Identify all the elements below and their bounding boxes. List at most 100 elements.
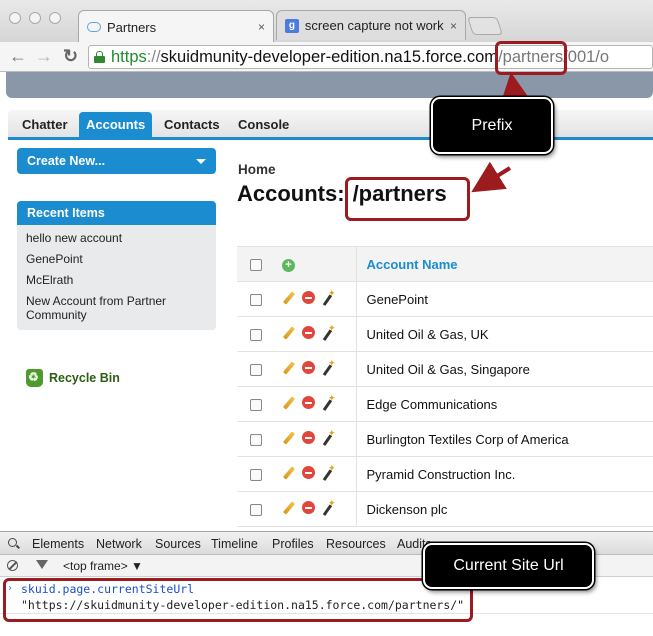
edit-pencil-icon[interactable]: [282, 431, 295, 445]
tab-title: Partners: [107, 19, 157, 35]
delete-icon[interactable]: [302, 466, 315, 479]
row-actions: [274, 456, 357, 492]
back-arrow-icon[interactable]: ←: [9, 46, 27, 67]
tab-chatter[interactable]: Chatter: [22, 117, 68, 132]
chevron-down-icon: [196, 159, 206, 164]
edit-pencil-icon[interactable]: [282, 361, 295, 375]
recent-item[interactable]: McElrath: [26, 273, 207, 287]
tab-contacts[interactable]: Contacts: [164, 117, 220, 132]
row-select-cell: [237, 281, 274, 317]
recent-item[interactable]: GenePoint: [26, 252, 207, 266]
account-name-cell: Dickenson plc: [356, 491, 653, 527]
row-checkbox[interactable]: [249, 434, 262, 447]
search-icon[interactable]: [8, 538, 17, 547]
edit-pencil-icon[interactable]: [282, 466, 295, 480]
delete-icon[interactable]: [302, 291, 315, 304]
row-select-cell: [237, 491, 274, 527]
row-actions: [274, 491, 357, 527]
account-name-cell: Edge Communications: [356, 386, 653, 422]
arrow-to-title-prefix: [471, 161, 512, 193]
devtools-tab-resources[interactable]: Resources: [326, 537, 386, 551]
delete-icon[interactable]: [302, 326, 315, 339]
frame-selector[interactable]: <top frame> ▼: [63, 559, 143, 573]
tab-console[interactable]: Console: [238, 117, 289, 132]
row-checkbox[interactable]: [249, 294, 262, 307]
row-checkbox[interactable]: [249, 399, 262, 412]
table-row: Pyramid Construction Inc.: [237, 456, 653, 492]
tab-accounts[interactable]: Accounts: [79, 112, 153, 137]
account-name-cell: United Oil & Gas, UK: [356, 316, 653, 352]
recycle-bin-link[interactable]: Recycle Bin: [26, 369, 120, 387]
edit-pencil-icon[interactable]: [282, 501, 295, 515]
google-icon: g: [285, 18, 299, 33]
account-name-cell: United Oil & Gas, Singapore: [356, 351, 653, 387]
row-select-cell: [237, 351, 274, 387]
delete-icon[interactable]: [302, 361, 315, 374]
recycle-bin-label: Recycle Bin: [49, 371, 120, 385]
table-header-row: + Account Name: [237, 246, 653, 282]
browser-tab-search[interactable]: g screen capture not working ×: [276, 10, 466, 40]
reload-icon[interactable]: ↻: [63, 46, 78, 67]
delete-icon[interactable]: [302, 431, 315, 444]
row-select-cell: [237, 421, 274, 457]
magic-wand-icon[interactable]: [322, 323, 336, 340]
edit-pencil-icon[interactable]: [282, 291, 295, 305]
browser-tab-partners[interactable]: Partners ×: [78, 10, 274, 43]
tab-close-icon[interactable]: ×: [450, 19, 457, 33]
magic-wand-icon[interactable]: [322, 358, 336, 375]
delete-icon[interactable]: [302, 396, 315, 409]
current-site-url-callout: Current Site Url: [423, 543, 594, 589]
edit-pencil-icon[interactable]: [282, 396, 295, 410]
filter-icon[interactable]: [36, 560, 48, 569]
devtools-tab-profiles[interactable]: Profiles: [272, 537, 314, 551]
window-minimize-button[interactable]: [29, 12, 41, 24]
url-prefix-highlight: [495, 41, 567, 75]
magic-wand-icon[interactable]: [322, 288, 336, 305]
console-url-highlight: [3, 578, 473, 622]
breadcrumb[interactable]: Home: [238, 162, 276, 177]
recent-item[interactable]: hello new account: [26, 231, 207, 245]
recycle-bin-icon: [26, 369, 43, 387]
recent-items-heading: Recent Items: [17, 201, 216, 225]
magic-wand-icon[interactable]: [322, 393, 336, 410]
url-path-rest: /001/o: [563, 47, 610, 66]
table-row: Edge Communications: [237, 386, 653, 422]
devtools-tab-sources[interactable]: Sources: [155, 537, 201, 551]
row-select-cell: [237, 316, 274, 352]
table-row: Dickenson plc: [237, 491, 653, 527]
devtools-tab-timeline[interactable]: Timeline: [211, 537, 258, 551]
magic-wand-icon[interactable]: [322, 498, 336, 515]
account-name-cell: Burlington Textiles Corp of America: [356, 421, 653, 457]
clear-console-icon[interactable]: [7, 560, 18, 571]
row-checkbox[interactable]: [249, 364, 262, 377]
row-checkbox[interactable]: [249, 469, 262, 482]
select-all-checkbox[interactable]: [249, 259, 262, 272]
title-prefix-highlight: [345, 177, 470, 221]
new-tab-button[interactable]: [467, 17, 503, 35]
devtools-tab-elements[interactable]: Elements: [32, 537, 84, 551]
edit-pencil-icon[interactable]: [282, 326, 295, 340]
recent-item[interactable]: New Account from Partner Community: [26, 294, 186, 322]
window-close-button[interactable]: [9, 12, 21, 24]
row-actions: [274, 386, 357, 422]
devtools-tab-network[interactable]: Network: [96, 537, 142, 551]
add-row-icon[interactable]: +: [282, 259, 295, 272]
lock-icon: [94, 51, 105, 63]
magic-wand-icon[interactable]: [322, 428, 336, 445]
row-actions: [274, 421, 357, 457]
row-checkbox[interactable]: [249, 504, 262, 517]
forward-arrow-icon[interactable]: →: [35, 46, 53, 67]
row-actions: [274, 281, 357, 317]
magic-wand-icon[interactable]: [322, 463, 336, 480]
account-name-header[interactable]: Account Name: [356, 246, 653, 282]
row-checkbox[interactable]: [249, 329, 262, 342]
address-bar[interactable]: https://skuidmunity-developer-edition.na…: [88, 45, 653, 69]
delete-icon[interactable]: [302, 501, 315, 514]
create-new-button[interactable]: Create New...: [17, 148, 216, 174]
page-header-strip: [6, 72, 653, 98]
tab-title: screen capture not working: [304, 18, 444, 33]
tab-close-icon[interactable]: ×: [258, 20, 265, 34]
sidebar: Create New... Recent Items hello new acc…: [17, 148, 218, 330]
window-zoom-button[interactable]: [49, 12, 61, 24]
table-row: Burlington Textiles Corp of America: [237, 421, 653, 457]
